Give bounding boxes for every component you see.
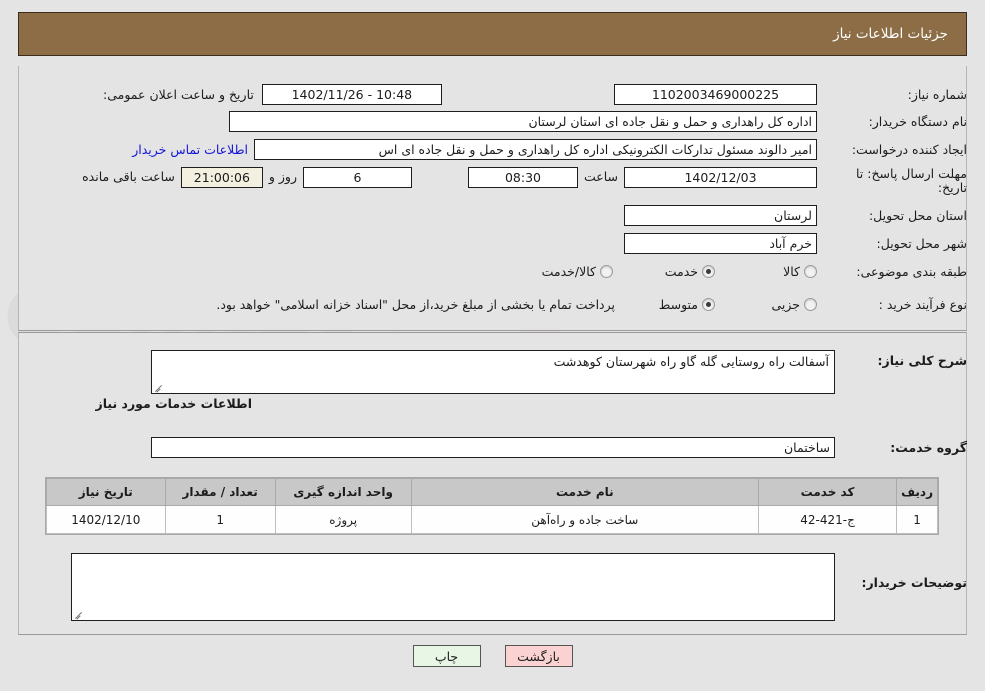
table-col-service-code: کد خدمت bbox=[758, 478, 898, 506]
radio-icon-category-1[interactable] bbox=[702, 264, 715, 278]
purchase-process-note: پرداخت تمام یا بخشی از مبلغ خرید،از محل … bbox=[216, 296, 615, 312]
buyer-comments-textarea[interactable] bbox=[71, 553, 835, 621]
row-need-number: شماره نیاز: 1102003469000225 bbox=[614, 82, 967, 106]
row-delivery-province: استان محل تحویل: لرستان bbox=[624, 203, 967, 227]
row-delivery-city: شهر محل تحویل: خرم آباد bbox=[624, 231, 967, 255]
response-deadline-days-label: روز و bbox=[268, 169, 297, 184]
general-description-value: آسفالت راه روستایی گله گاو راه شهرستان ک… bbox=[553, 354, 829, 369]
general-description-textarea[interactable]: آسفالت راه روستایی گله گاو راه شهرستان ک… bbox=[151, 350, 835, 394]
response-deadline-time: 08:30 bbox=[467, 167, 578, 188]
page-header: جزئیات اطلاعات نیاز bbox=[18, 12, 967, 56]
table-col-unit: واحد اندازه گیری bbox=[274, 478, 412, 506]
radio-icon-process-0[interactable] bbox=[804, 297, 817, 311]
service-group-value: ساختمان bbox=[151, 436, 835, 458]
services-table-wrapper: ردیف کد خدمت نام خدمت واحد اندازه گیری ت… bbox=[45, 477, 939, 535]
subject-category-label: طبقه بندی موضوعی: bbox=[856, 263, 967, 279]
announce-datetime-value: 10:48 - 1402/11/26 bbox=[261, 83, 442, 105]
services-table: ردیف کد خدمت نام خدمت واحد اندازه گیری ت… bbox=[46, 478, 938, 534]
response-deadline-countdown: 21:00:06 bbox=[180, 167, 263, 188]
radio-category-kala-khedmat[interactable]: کالا/خدمت bbox=[542, 264, 613, 279]
radio-category-kala[interactable]: کالا bbox=[721, 264, 817, 279]
delivery-province-value: لرستان bbox=[624, 204, 817, 226]
response-deadline-date: 1402/12/03 bbox=[624, 167, 817, 188]
services-section-title: اطلاعات خدمات مورد نیاز bbox=[95, 396, 253, 411]
buyer-org-value: اداره کل راهداری و حمل و نقل جاده ای است… bbox=[229, 110, 817, 132]
response-deadline-days: 6 bbox=[302, 167, 412, 188]
response-deadline-countdown-suffix: ساعت باقی مانده bbox=[82, 169, 175, 184]
response-deadline-time-label: ساعت bbox=[583, 169, 618, 184]
delivery-city-label: شهر محل تحویل: bbox=[876, 235, 967, 251]
table-header-row: ردیف کد خدمت نام خدمت واحد اندازه گیری ت… bbox=[46, 478, 938, 506]
radio-label-category-0: کالا bbox=[783, 263, 800, 279]
radio-label-category-1: خدمت bbox=[664, 263, 698, 279]
buyer-contact-link[interactable]: اطلاعات تماس خریدار bbox=[132, 142, 254, 157]
row-purchase-process: نوع فرآیند خرید : جزیی متوسط پرداخت تمام… bbox=[216, 292, 967, 316]
cell-service-name: ساخت جاده و راه‌آهن bbox=[410, 505, 760, 534]
radio-label-category-2: کالا/خدمت bbox=[541, 263, 596, 279]
row-service-group: گروه خدمت: ساختمان bbox=[151, 435, 967, 459]
announce-datetime-label: تاریخ و ساعت اعلان عمومی: bbox=[103, 86, 254, 102]
buyer-comments-label: توضیحات خریدار: bbox=[861, 575, 967, 590]
table-col-index: ردیف bbox=[896, 478, 938, 506]
back-button[interactable]: بازگشت bbox=[504, 645, 573, 667]
general-description-label: شرح کلی نیاز: bbox=[877, 353, 967, 368]
request-creator-label: ایجاد کننده درخواست: bbox=[851, 141, 967, 157]
cell-unit: پروژه bbox=[274, 505, 412, 534]
radio-category-khedmat[interactable]: خدمت bbox=[619, 264, 715, 279]
page-title: جزئیات اطلاعات نیاز bbox=[833, 26, 948, 42]
purchase-process-label: نوع فرآیند خرید : bbox=[878, 296, 967, 312]
subject-category-radio-group: کالا خدمت کالا/خدمت bbox=[542, 264, 817, 279]
table-col-quantity: تعداد / مقدار bbox=[164, 478, 276, 506]
row-buyer-org: نام دستگاه خریدار: اداره کل راهداری و حم… bbox=[229, 109, 967, 133]
radio-icon-process-1[interactable] bbox=[702, 297, 715, 311]
response-deadline-label: مهلت ارسال پاسخ: تا تاریخ: bbox=[817, 165, 967, 195]
resize-grip-icon-comments[interactable] bbox=[74, 609, 84, 619]
table-col-service-name: نام خدمت bbox=[410, 478, 760, 506]
row-buyer-comments: توضیحات خریدار: bbox=[71, 553, 967, 625]
resize-grip-icon-description[interactable] bbox=[154, 382, 164, 392]
row-request-creator: ایجاد کننده درخواست: امیر دالوند مسئول ت… bbox=[132, 137, 967, 161]
delivery-city-value: خرم آباد bbox=[624, 232, 817, 254]
delivery-province-label: استان محل تحویل: bbox=[868, 207, 967, 223]
table-col-need-date: تاریخ نیاز bbox=[46, 478, 166, 506]
need-number-label: شماره نیاز: bbox=[907, 86, 967, 102]
radio-process-jozei[interactable]: جزیی bbox=[721, 297, 817, 312]
cell-need-date: 1402/12/10 bbox=[46, 505, 166, 534]
response-deadline-label-line1: مهلت ارسال پاسخ: تا bbox=[856, 166, 967, 181]
request-creator-value: امیر دالوند مسئول تدارکات الکترونیکی ادا… bbox=[254, 138, 817, 160]
radio-process-motavaset[interactable]: متوسط bbox=[619, 297, 715, 312]
radio-label-process-0: جزیی bbox=[771, 296, 800, 312]
radio-icon-category-2[interactable] bbox=[600, 264, 613, 278]
row-general-description: شرح کلی نیاز: آسفالت راه روستایی گله گاو… bbox=[151, 350, 967, 396]
service-group-label: گروه خدمت: bbox=[890, 439, 967, 455]
row-subject-category: طبقه بندی موضوعی: کالا خدمت کالا/خدمت bbox=[542, 259, 967, 283]
row-announce-datetime: 10:48 - 1402/11/26 تاریخ و ساعت اعلان عم… bbox=[103, 82, 442, 106]
need-number-value: 1102003469000225 bbox=[614, 83, 817, 105]
row-response-deadline: مهلت ارسال پاسخ: تا تاریخ: 1402/12/03 سا… bbox=[82, 165, 967, 199]
footer-button-bar: بازگشت چاپ bbox=[0, 645, 985, 667]
cell-index: 1 bbox=[896, 505, 938, 534]
radio-label-process-1: متوسط bbox=[658, 296, 698, 312]
cell-service-code: ج-421-42 bbox=[758, 505, 898, 534]
print-button[interactable]: چاپ bbox=[412, 645, 481, 667]
radio-icon-category-0[interactable] bbox=[804, 264, 817, 278]
purchase-process-radio-group: جزیی متوسط bbox=[619, 297, 817, 312]
table-row: 1 ج-421-42 ساخت جاده و راه‌آهن پروژه 1 1… bbox=[46, 505, 938, 534]
buyer-org-label: نام دستگاه خریدار: bbox=[868, 113, 967, 129]
response-deadline-label-line2: تاریخ: bbox=[937, 180, 967, 195]
cell-quantity: 1 bbox=[164, 505, 276, 534]
page-root: AriaTender.net جزئیات اطلاعات نیاز شماره… bbox=[0, 0, 985, 691]
